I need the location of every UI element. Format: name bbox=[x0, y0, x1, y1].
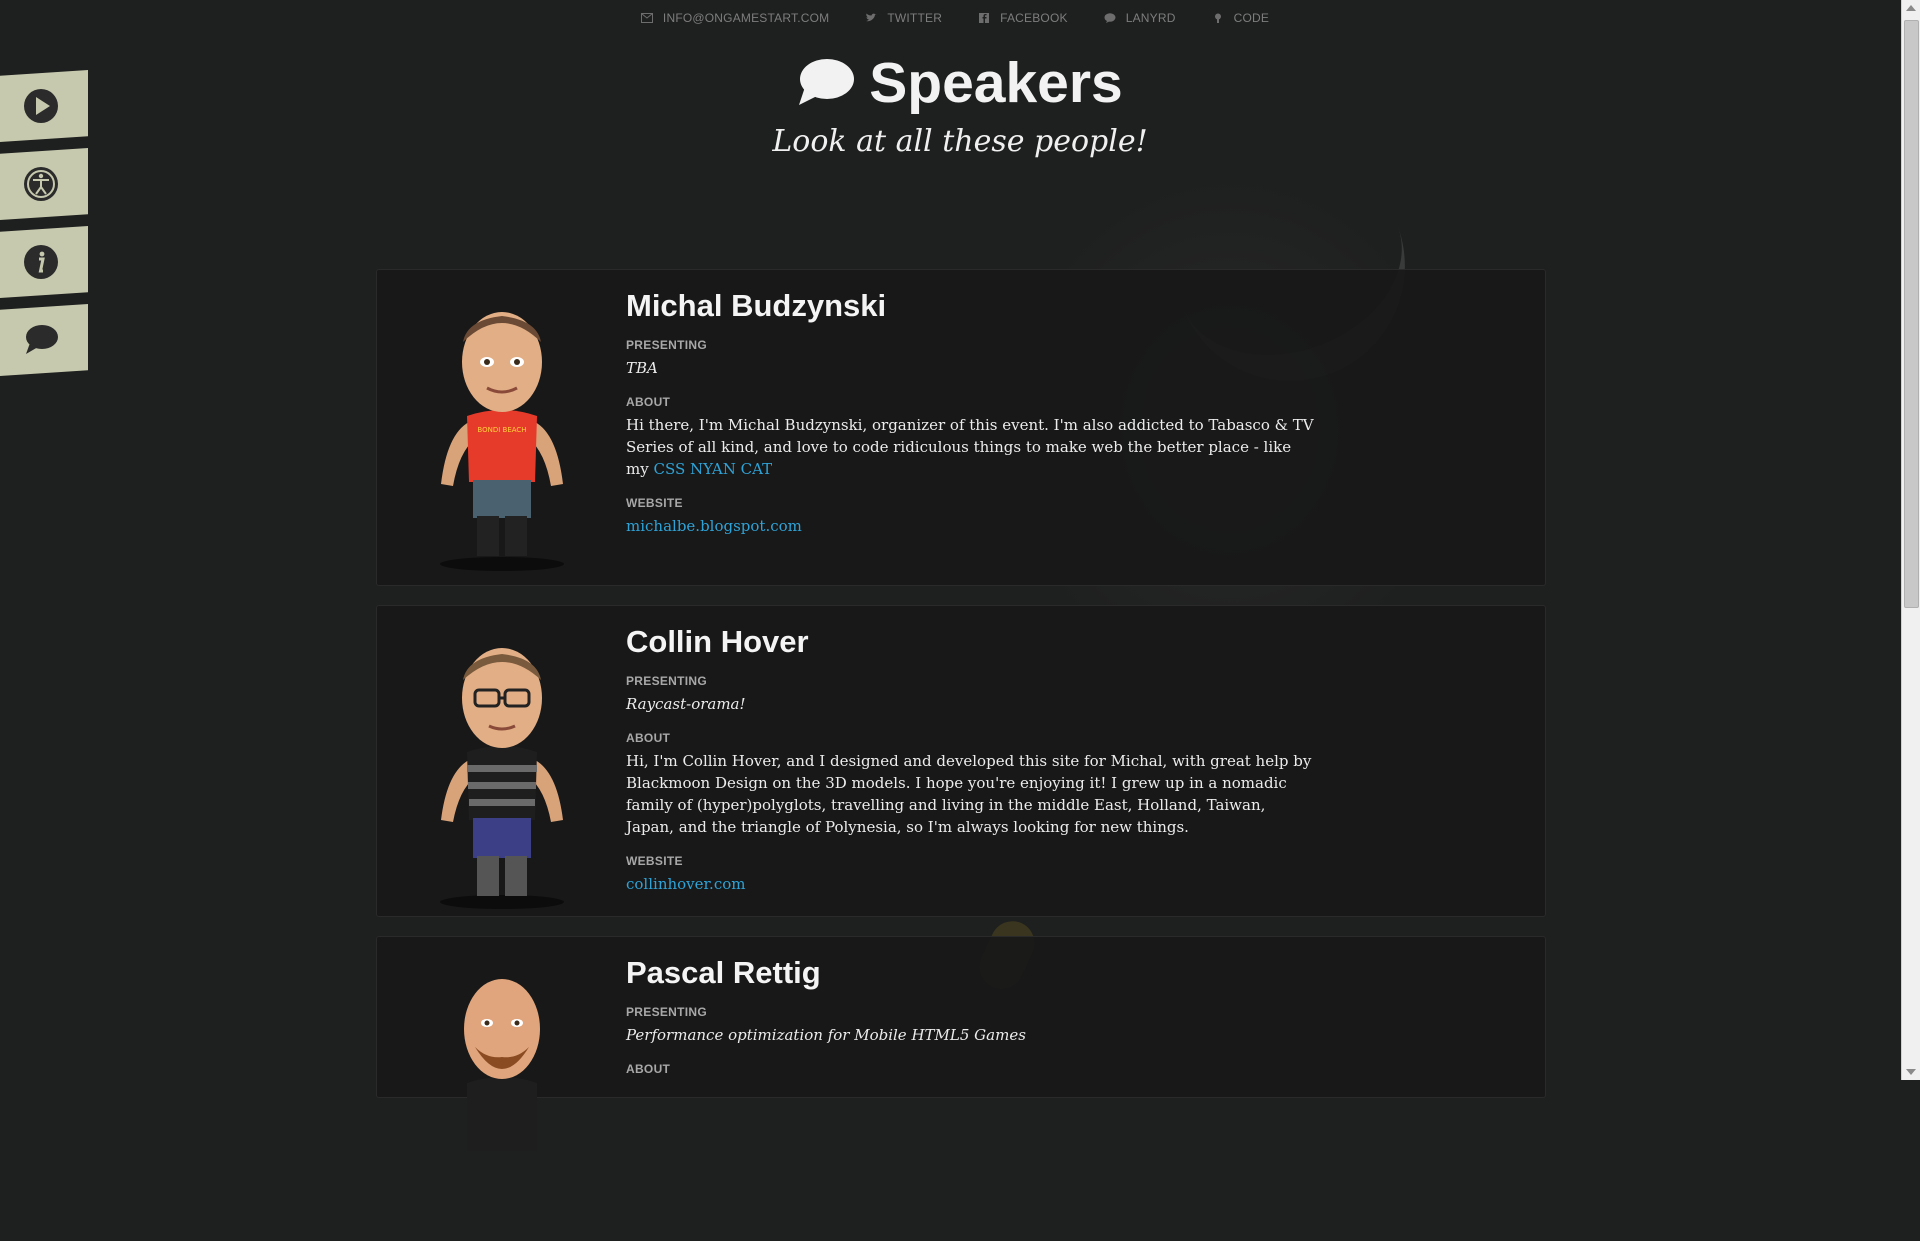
speaker-details: Michal Budzynski PRESENTING TBA ABOUT Hi… bbox=[626, 288, 1316, 553]
about-label: ABOUT bbox=[626, 395, 671, 409]
accessibility-icon bbox=[24, 167, 58, 201]
speech-bubble-icon bbox=[799, 59, 855, 105]
presenting-label: PRESENTING bbox=[626, 674, 708, 688]
about-text: Hi there, I'm Michal Budzynski, organize… bbox=[626, 414, 1316, 480]
speaker-name: Pascal Rettig bbox=[626, 955, 821, 990]
nav-facebook-label: FACEBOOK bbox=[1000, 11, 1068, 25]
about-label: ABOUT bbox=[626, 731, 671, 745]
speaker-avatar: BONDI BEACH bbox=[440, 312, 564, 571]
presenting-label: PRESENTING bbox=[626, 1005, 708, 1019]
presenting-title: TBA bbox=[626, 359, 658, 377]
speaker-avatar bbox=[440, 648, 564, 909]
page-subtitle: Look at all these people! bbox=[772, 124, 1148, 159]
speaker-card: Pascal Rettig PRESENTING Performance opt… bbox=[376, 936, 1546, 1151]
nav-lanyrd-label: LANYRD bbox=[1125, 11, 1176, 25]
lanyrd-icon bbox=[1104, 13, 1116, 23]
speaker-name: Collin Hover bbox=[626, 624, 809, 659]
code-icon bbox=[1214, 13, 1221, 23]
speaker-name: Michal Budzynski bbox=[626, 288, 887, 323]
presenting-title: Raycast-orama! bbox=[626, 695, 746, 713]
nav-facebook-link[interactable]: FACEBOOK bbox=[978, 11, 1068, 25]
sidebar-tab-info[interactable] bbox=[0, 226, 88, 298]
vertical-scrollbar[interactable] bbox=[1901, 0, 1920, 1080]
sidebar-tab-play[interactable] bbox=[0, 70, 88, 142]
sidebar-tab-accessibility[interactable] bbox=[0, 148, 88, 220]
nav-lanyrd-link[interactable]: LANYRD bbox=[1104, 11, 1176, 25]
nav-twitter-label: TWITTER bbox=[887, 11, 943, 25]
speaker-avatar bbox=[464, 979, 540, 1151]
nav-twitter-link[interactable]: TWITTER bbox=[865, 11, 942, 25]
css-nyan-cat-link[interactable]: CSS NYAN CAT bbox=[653, 460, 772, 478]
top-navigation: INFO@ONGAMESTART.COM TWITTER FACEBOOK LA… bbox=[0, 11, 1910, 25]
about-text: Hi, I'm Collin Hover, and I designed and… bbox=[626, 752, 1312, 836]
scroll-down-arrow-icon[interactable] bbox=[1906, 1069, 1916, 1075]
mail-icon bbox=[640, 13, 653, 23]
nav-email-label: INFO@ONGAMESTART.COM bbox=[662, 11, 830, 25]
speaker-card: BONDI BEACH Michal Budzynski PRESENTING … bbox=[376, 269, 1546, 586]
sidebar-tab-speakers[interactable] bbox=[0, 304, 88, 376]
shirt-text: BONDI BEACH bbox=[477, 426, 526, 434]
website-link[interactable]: collinhover.com bbox=[626, 875, 745, 893]
page-header: Speakers Look at all these people! bbox=[0, 50, 1920, 159]
about-label: ABOUT bbox=[626, 1062, 671, 1076]
facebook-icon bbox=[979, 13, 990, 23]
speaker-details: Collin Hover PRESENTING Raycast-orama! A… bbox=[626, 624, 1316, 911]
side-tab-menu bbox=[0, 70, 88, 382]
scrollbar-thumb[interactable] bbox=[1904, 20, 1919, 608]
info-icon bbox=[24, 245, 58, 279]
scroll-up-arrow-icon[interactable] bbox=[1906, 5, 1916, 11]
page-title-text: Speakers bbox=[869, 51, 1123, 115]
nav-email-link[interactable]: INFO@ONGAMESTART.COM bbox=[640, 11, 830, 25]
nav-code-label: CODE bbox=[1233, 11, 1270, 25]
website-label: WEBSITE bbox=[626, 496, 683, 510]
page-title: Speakers bbox=[797, 50, 1123, 116]
play-icon bbox=[24, 89, 58, 123]
speaker-card: Collin Hover PRESENTING Raycast-orama! A… bbox=[376, 605, 1546, 917]
presenting-label: PRESENTING bbox=[626, 338, 708, 352]
nav-code-link[interactable]: CODE bbox=[1212, 11, 1269, 25]
presenting-title: Performance optimization for Mobile HTML… bbox=[626, 1026, 1026, 1044]
speech-bubble-icon bbox=[26, 325, 58, 354]
website-label: WEBSITE bbox=[626, 854, 683, 868]
twitter-icon bbox=[866, 13, 878, 22]
website-link[interactable]: michalbe.blogspot.com bbox=[626, 517, 802, 535]
speaker-details: Pascal Rettig PRESENTING Performance opt… bbox=[626, 955, 1316, 1081]
